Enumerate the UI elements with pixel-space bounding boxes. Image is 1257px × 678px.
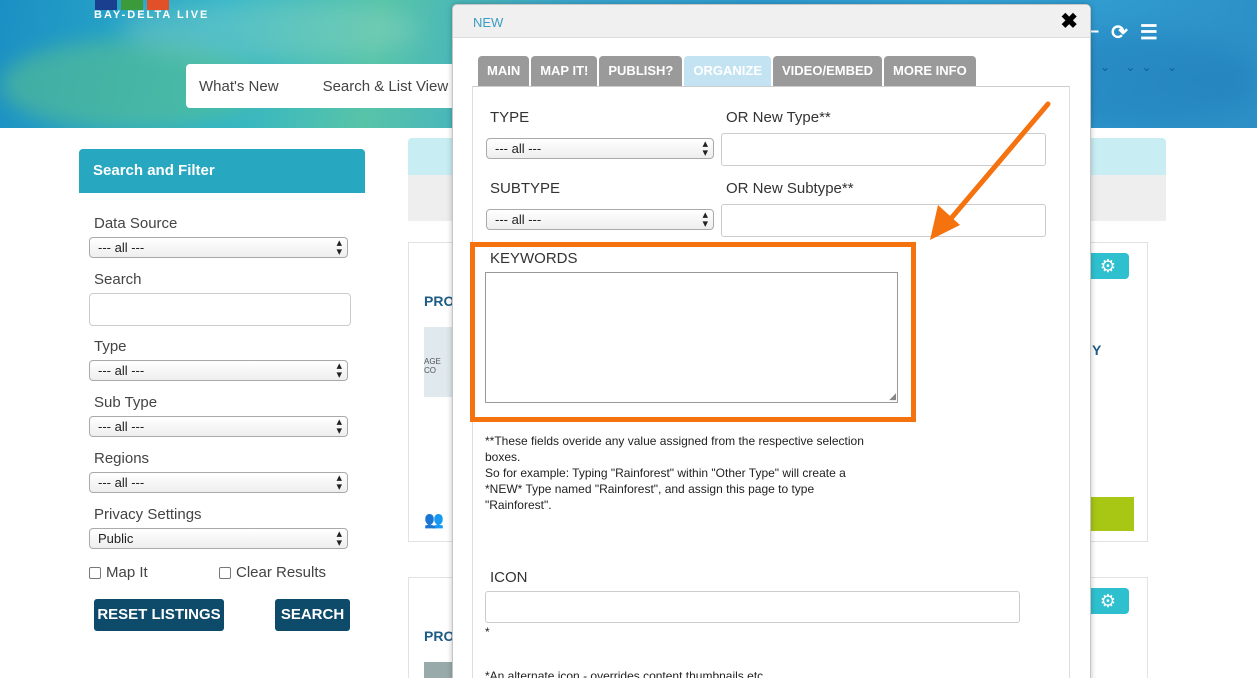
subtype-select[interactable]: --- all --- ▴ ▾ [89,416,348,437]
new-type-input[interactable] [721,133,1046,166]
search-label: Search [94,271,142,288]
type-select[interactable]: --- all --- ▴ ▾ [89,360,348,381]
tab-main[interactable]: MAIN [478,56,530,86]
tab-organize[interactable]: ORGANIZE [684,56,771,86]
tab-map-it[interactable]: MAP IT! [531,56,598,86]
nav-search-list-view[interactable]: Search & List View [323,78,449,95]
card-thumbnail[interactable]: AGE CO [424,327,454,397]
header-icons: – ⟳ ☰ [1088,20,1158,45]
refresh-icon[interactable]: ⟳ [1111,20,1128,45]
highlight-box [470,242,916,422]
modal-tabs: MAIN MAP IT! PUBLISH? ORGANIZE VIDEO/EMB… [478,56,976,86]
override-note: **These fields overide any value assigne… [485,434,864,512]
search-button[interactable]: SEARCH [275,599,350,631]
card-thumbnail[interactable] [424,662,454,678]
modal-subtype-select[interactable]: --- all --- ▴ ▾ [486,209,714,230]
icon-label: ICON [490,569,528,586]
birds-decoration-icon: ⌄ ⌄⌄ ⌄ [1100,60,1183,74]
modal-title: NEW [473,15,504,30]
icon-note: *An alternate icon - overrides content t… [485,669,764,678]
filter-panel-title: Search and Filter [79,149,365,193]
tab-more-info[interactable]: MORE INFO [884,56,976,86]
type-label: Type [94,338,127,355]
subtype-label: Sub Type [94,394,158,411]
card-side-text: Y [1092,342,1102,358]
tab-video-embed[interactable]: VIDEO/EMBED [773,56,883,86]
icon-asterisk: * [485,625,490,639]
new-subtype-label: OR New Subtype** [726,180,854,197]
data-source-label: Data Source [94,215,178,232]
privacy-label: Privacy Settings [94,506,202,523]
modal-subtype-label: SUBTYPE [490,180,561,197]
data-source-select[interactable]: --- all --- ▴ ▾ [89,237,348,258]
list-icon[interactable]: ☰ [1140,20,1158,45]
search-input[interactable] [89,293,351,326]
nav-whats-new[interactable]: What's New [199,78,279,95]
modal-type-label: TYPE [490,109,530,126]
new-type-label: OR New Type** [726,109,831,126]
new-subtype-input[interactable] [721,204,1046,237]
users-icon: 👥 [424,512,444,529]
modal-title-bar: NEW ✖ [453,5,1090,38]
regions-label: Regions [94,450,150,467]
main-nav: What's New Search & List View [186,64,466,108]
gear-icon[interactable]: ⚙ [1087,588,1129,614]
modal-type-select[interactable]: --- all --- ▴ ▾ [486,138,714,159]
logo-text: BAY-DELTA LIVE [94,9,210,21]
map-it-checkbox[interactable]: Map It [89,564,148,581]
clear-results-checkbox[interactable]: Clear Results [219,564,326,581]
card-title[interactable]: PRO [424,628,454,644]
tab-publish[interactable]: PUBLISH? [599,56,683,86]
card-title[interactable]: PRO [424,293,454,309]
gear-icon[interactable]: ⚙ [1087,253,1129,279]
icon-input[interactable] [485,591,1020,623]
privacy-select[interactable]: Public ▴ ▾ [89,528,348,549]
reset-listings-button[interactable]: RESET LISTINGS [94,599,224,631]
regions-select[interactable]: --- all --- ▴ ▾ [89,472,348,493]
close-icon[interactable]: ✖ [1060,9,1078,34]
